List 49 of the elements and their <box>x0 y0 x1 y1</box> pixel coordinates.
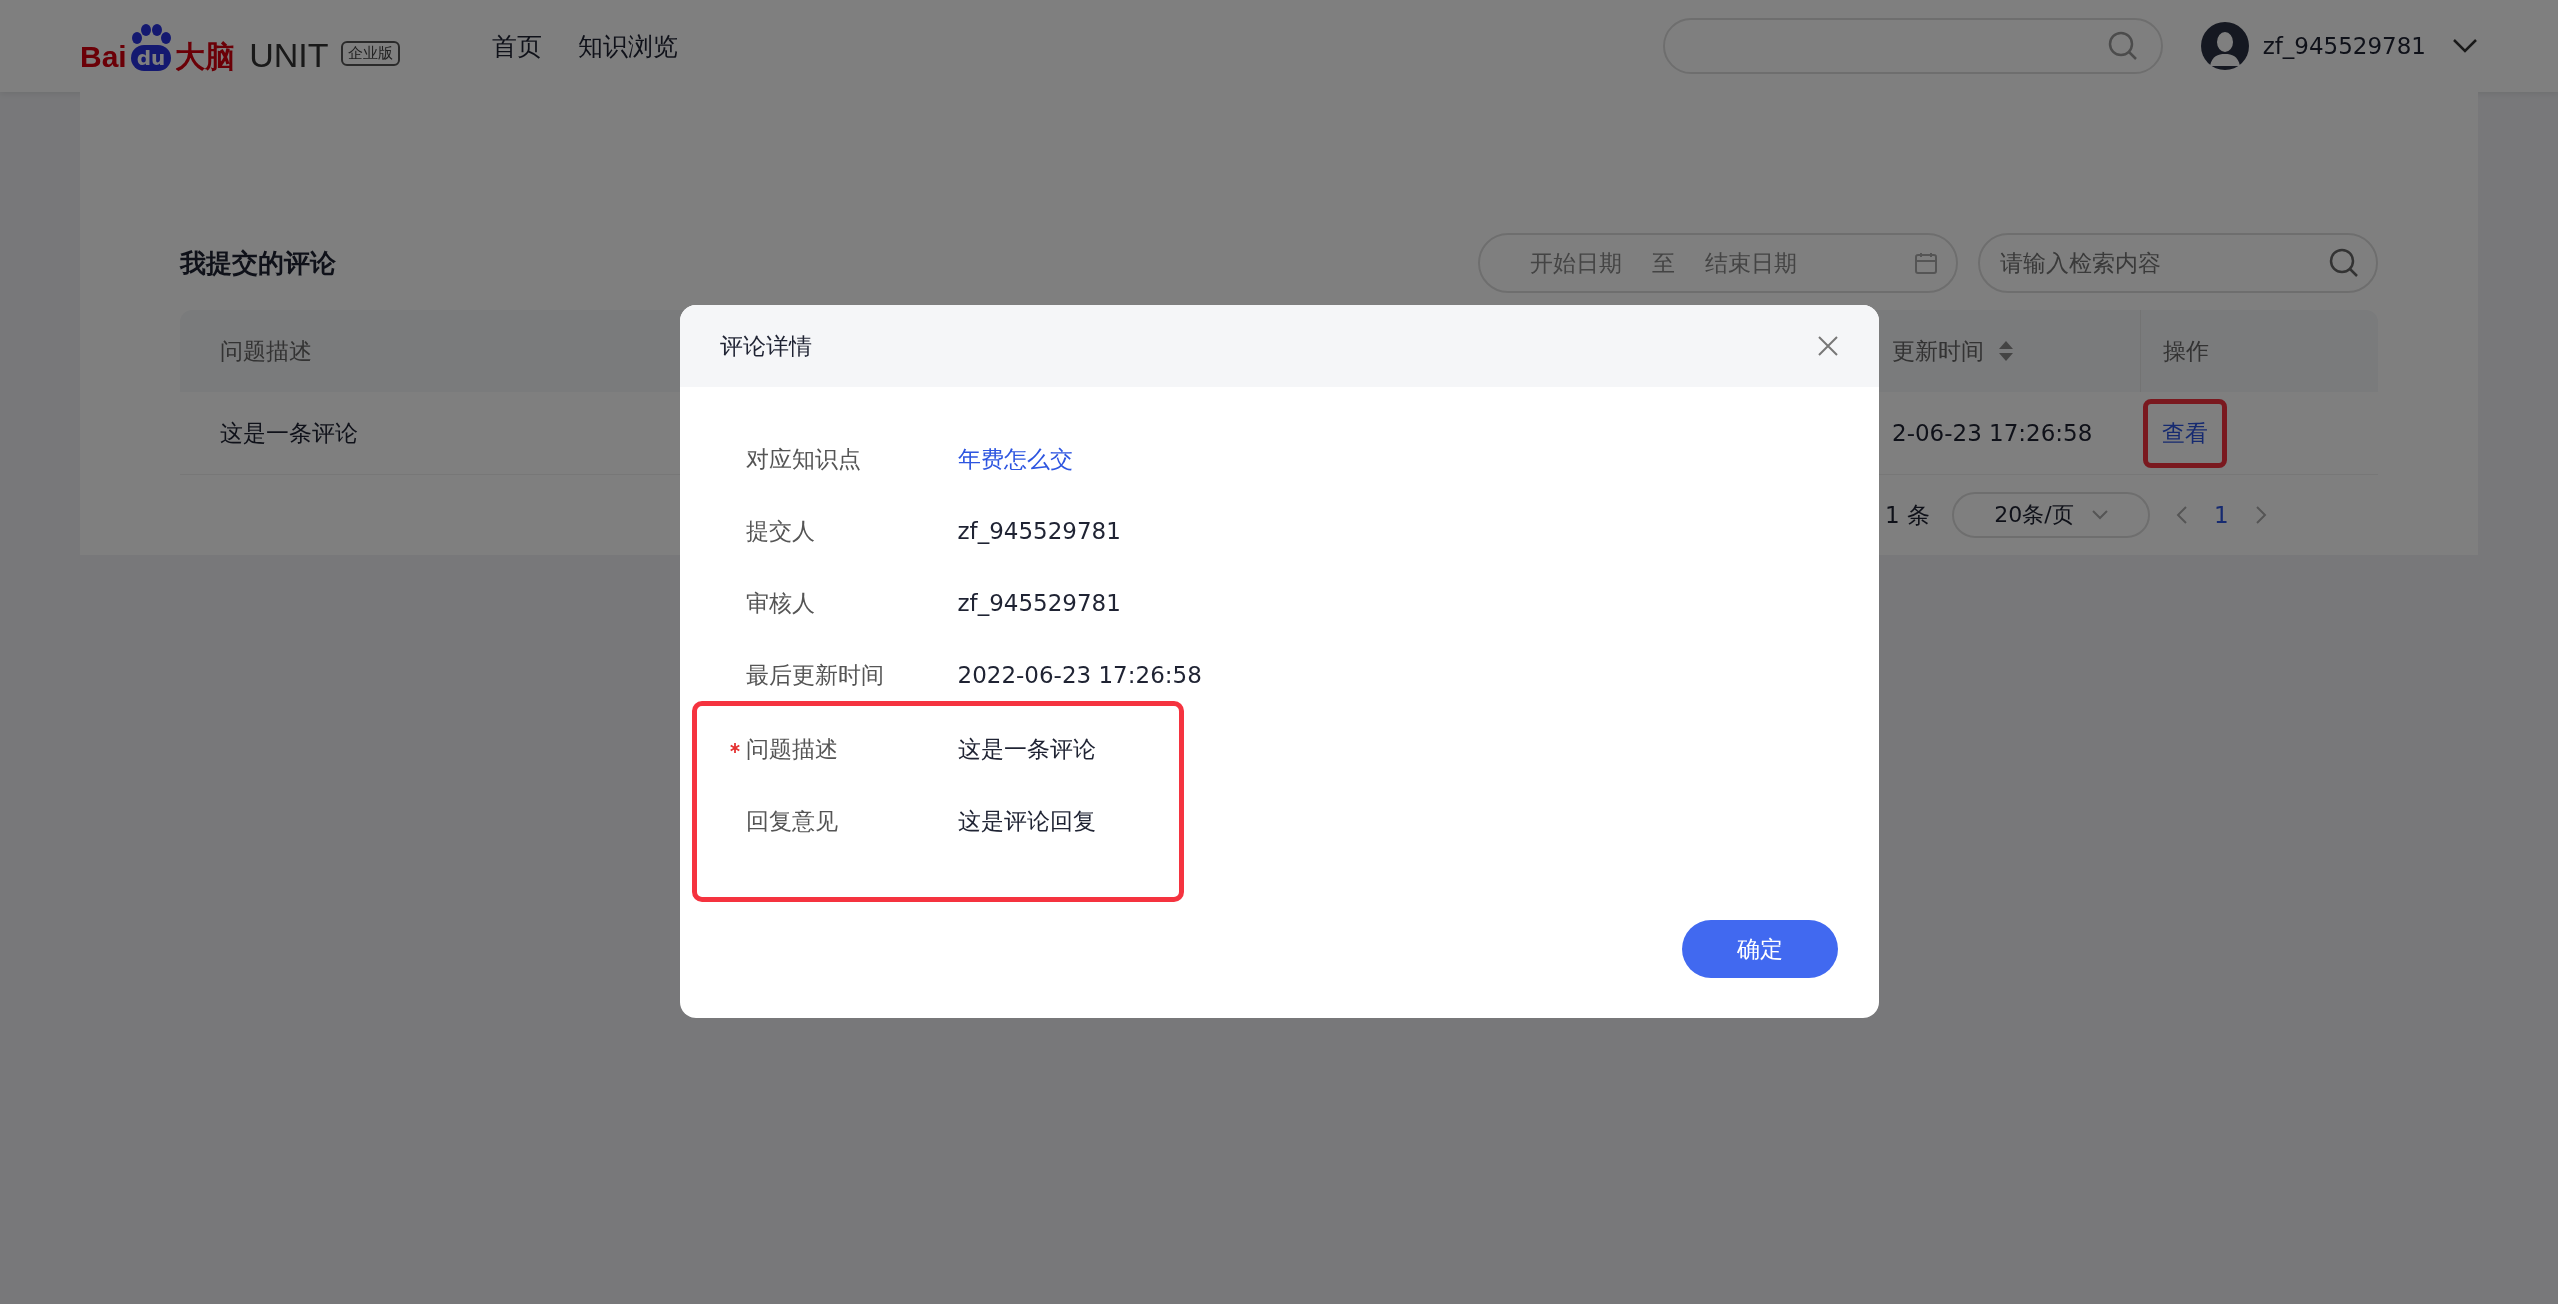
column-header: 操作 <box>2163 336 2209 366</box>
field-value: zf_945529781 <box>957 518 1121 544</box>
nav-link[interactable]: 知识浏览 <box>577 29 678 63</box>
close-icon[interactable] <box>1816 335 1839 357</box>
table-cell: 这是一条评论 <box>220 419 358 446</box>
view-link[interactable]: 查看 <box>2162 419 2208 446</box>
chevron-right-icon <box>2254 505 2267 525</box>
field-label: 回复意见 <box>745 807 838 834</box>
column-header: 更新时间 <box>1892 336 1984 366</box>
chevron-down-icon <box>2091 510 2108 520</box>
end-date-placeholder: 结束日期 <box>1705 248 1797 278</box>
chevron-down-icon <box>2452 38 2478 54</box>
range-separator: 至 <box>1652 248 1675 278</box>
table-cell: 2-06-23 17:26:58 <box>1892 420 2093 446</box>
field-value: 这是评论回复 <box>957 806 1096 836</box>
search-field[interactable] <box>1662 18 2163 74</box>
date-range-picker[interactable]: 开始日期 至 结束日期 <box>1478 233 1958 293</box>
username: zf_945529781 <box>2262 33 2426 59</box>
logo-text: 大脑 <box>175 40 236 74</box>
search-icon <box>2106 30 2139 62</box>
page-title: 我提交的评论 <box>180 246 336 280</box>
page-size-value: 20条/页 <box>1994 501 2074 529</box>
search-field[interactable]: 请输入检索内容 <box>1978 233 2378 293</box>
confirm-button[interactable]: 确定 <box>1681 920 1838 978</box>
page-number[interactable]: 1 <box>2213 502 2229 528</box>
field-label: 最后更新时间 <box>745 661 884 688</box>
field-label: 提交人 <box>745 517 815 544</box>
chevron-left-icon <box>2175 505 2188 525</box>
field-value: zf_945529781 <box>957 590 1121 616</box>
logo-text: du <box>130 45 172 71</box>
field-label: 审核人 <box>745 589 815 616</box>
field-label: 问题描述 <box>745 735 838 762</box>
field-label: 对应知识点 <box>745 445 861 472</box>
field-value: 2022-06-23 17:26:58 <box>957 662 1202 688</box>
total-count: 1 条 <box>1885 500 1930 530</box>
page-size-select[interactable]: 20条/页 <box>1951 492 2150 538</box>
column-header: 问题描述 <box>220 337 312 364</box>
dialog-title: 评论详情 <box>719 331 813 361</box>
edition-badge: 企业版 <box>340 41 400 66</box>
field-value: 这是一条评论 <box>957 734 1096 764</box>
product-name: UNIT <box>249 36 329 74</box>
search-icon <box>2328 247 2360 279</box>
paw-icon <box>130 23 171 45</box>
nav-link[interactable]: 首页 <box>491 29 542 63</box>
avatar-icon <box>2200 22 2249 70</box>
knowledge-link[interactable]: 年费怎么交 <box>957 443 1073 475</box>
calendar-icon <box>1914 251 1938 275</box>
start-date-placeholder: 开始日期 <box>1530 248 1622 278</box>
logo-text: Bai <box>80 40 127 74</box>
